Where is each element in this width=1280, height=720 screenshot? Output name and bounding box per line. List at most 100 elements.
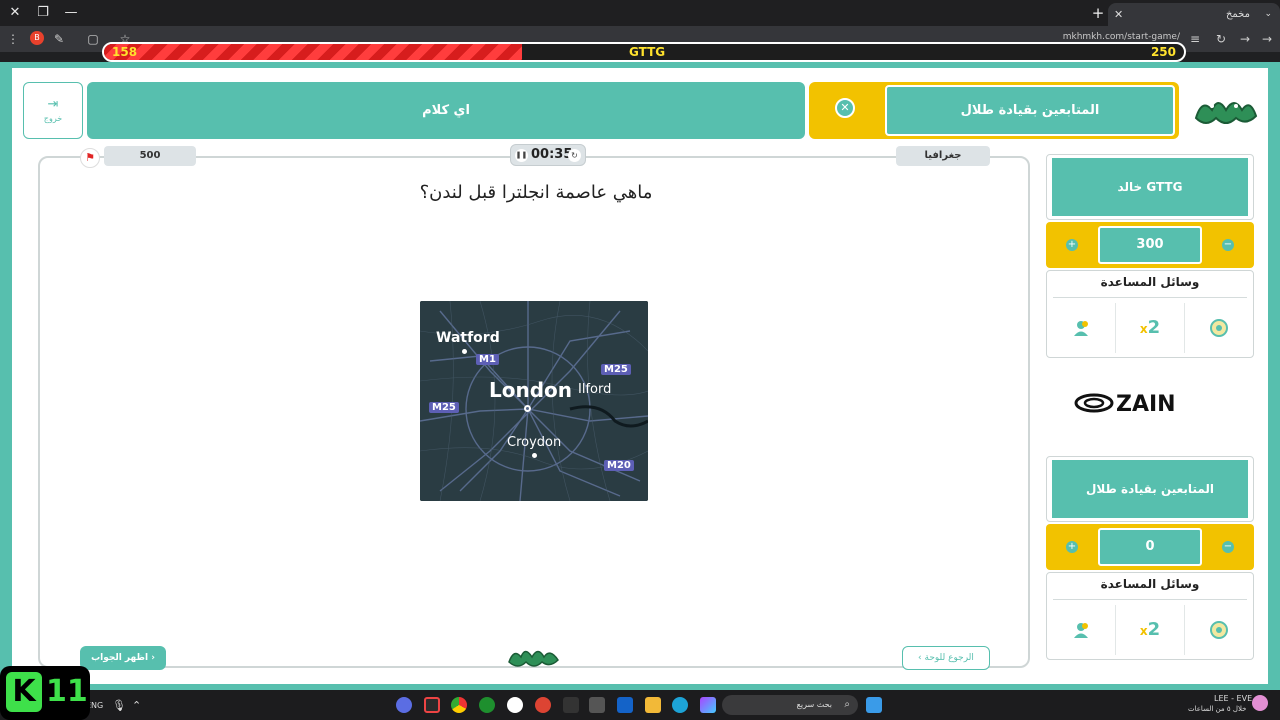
app-icon[interactable] [424, 697, 440, 713]
team-name: المتابعين بقيادة طلال [1052, 460, 1248, 518]
map-road-m20: M20 [604, 460, 634, 471]
score-minus-button[interactable]: − [1222, 239, 1234, 251]
brand-logo [1194, 102, 1258, 124]
app-icon[interactable] [535, 697, 551, 713]
reload-icon[interactable]: ↻ [1212, 30, 1230, 48]
app-icon[interactable] [589, 697, 605, 713]
hole-icon[interactable] [1185, 603, 1253, 657]
map-label-croydon: Croydon [507, 435, 562, 450]
game-board: ⇥ خروج اي كلام ✕ المتابعين بقيادة طلال ⚑… [12, 68, 1268, 684]
call-friend-icon[interactable] [1047, 603, 1115, 657]
user-line: LEE - EVE [1214, 694, 1253, 703]
extensions-icon[interactable]: ✎ [50, 30, 68, 48]
double-points-icon[interactable]: x2 [1116, 603, 1184, 657]
help-aids-box: وسائل المساعدة x2 [1046, 270, 1254, 358]
team-name-box: المتابعين بقيادة طلال [1046, 456, 1254, 522]
score-minus-button[interactable]: − [1222, 541, 1234, 553]
footer-brand-logo [508, 650, 559, 667]
vote-center-label: GTTG [629, 45, 666, 59]
map-road-m1: M1 [476, 354, 499, 365]
xbox-icon[interactable] [479, 697, 495, 713]
timer: ❚❚ 00:35 ↻ [510, 144, 586, 166]
discord-icon[interactable] [396, 697, 412, 713]
file-explorer-icon[interactable] [645, 697, 661, 713]
back-to-board-label: الرجوع للوحة [924, 653, 974, 663]
sponsor-logo: ZAIN [1074, 392, 1176, 416]
tab-close-icon[interactable]: ✕ [1114, 3, 1123, 26]
close-window-icon[interactable]: ✕ [4, 3, 26, 23]
site-settings-icon[interactable]: ≡ [1186, 30, 1204, 48]
vote-progress-bar: 158 GTTG 250 [102, 42, 1186, 62]
reset-timer-icon[interactable]: ↻ [568, 149, 581, 162]
chevron-right-icon: › [151, 653, 155, 663]
exit-label: خروج [43, 114, 63, 123]
game-page: ⇥ خروج اي كلام ✕ المتابعين بقيادة طلال ⚑… [0, 62, 1280, 690]
app-icon[interactable] [563, 697, 579, 713]
vote-progress-fill [104, 44, 522, 60]
double-points-label: 2 [1147, 317, 1161, 338]
new-tab-icon[interactable]: + [1088, 3, 1108, 23]
question-map-image: Watford London Ilford Croydon M1 M25 M25… [420, 301, 648, 501]
question-card: ⚑ 500 ❚❚ 00:35 ↻ جغرافيا ماهي عاصمة انجل… [38, 144, 1030, 670]
double-points-icon[interactable]: x2 [1116, 301, 1184, 355]
map-pin-croydon [532, 453, 537, 458]
help-icon[interactable]: ✕ [835, 98, 855, 118]
vote-right-count: 250 [1150, 45, 1176, 59]
copilot-icon[interactable] [700, 697, 716, 713]
team-name: خالد GTTG [1052, 158, 1248, 216]
score-plus-button[interactable]: + [1066, 239, 1078, 251]
map-pin-watford [462, 349, 467, 354]
outlook-icon[interactable] [617, 697, 633, 713]
exit-icon: ⇥ [47, 97, 59, 112]
map-road-m25-left: M25 [429, 402, 459, 413]
map-pin-london [524, 405, 531, 412]
map-label-london: London [489, 378, 573, 402]
browser-tab-bar: ✕ ❐ — + ✕ مخمخ ⌄ [0, 0, 1280, 26]
microphone-icon[interactable]: 🎙 [112, 699, 126, 712]
tab-active[interactable]: ✕ مخمخ ⌄ [1108, 3, 1280, 26]
team-name-box: خالد GTTG [1046, 154, 1254, 220]
taskbar-search[interactable]: بحث سريع ⌕ [722, 695, 858, 715]
map-label-watford: Watford [436, 330, 500, 346]
tab-search-icon[interactable]: ▢ [84, 30, 102, 48]
report-flag-icon[interactable]: ⚑ [80, 148, 100, 168]
search-icon: ⌕ [844, 699, 850, 710]
minimize-window-icon[interactable]: — [60, 3, 82, 23]
hole-icon[interactable] [1185, 301, 1253, 355]
vote-left-count: 158 [112, 45, 138, 59]
pause-icon[interactable]: ❚❚ [515, 149, 528, 162]
search-placeholder: بحث سريع [796, 700, 832, 709]
tray-chevron-icon[interactable]: ⌃ [132, 699, 141, 712]
chrome-icon[interactable] [451, 697, 467, 713]
forward-icon[interactable]: → [1236, 30, 1254, 48]
app-icon[interactable] [507, 697, 523, 713]
tab-title: مخمخ [1225, 9, 1250, 20]
points-badge: 500 [104, 146, 196, 166]
sponsor-name: ZAIN [1116, 392, 1176, 416]
back-icon[interactable]: → [1258, 30, 1276, 48]
exit-button[interactable]: ⇥ خروج [23, 82, 83, 139]
show-answer-button[interactable]: اظهر الجواب › [80, 646, 166, 670]
notification-avatar-icon[interactable] [1252, 695, 1268, 711]
team-score: 300 [1098, 226, 1202, 264]
team-a-tab[interactable]: اي كلام [87, 82, 805, 139]
call-friend-icon[interactable] [1047, 301, 1115, 355]
timer-value: 00:35 [531, 147, 573, 162]
user-sub: خلال ٥ من الساعات [1188, 705, 1247, 713]
channel-letter: K [6, 672, 42, 712]
active-team-name: المتابعين بقيادة طلال [885, 85, 1175, 136]
menu-icon[interactable]: ⋮ [4, 30, 22, 48]
url-text[interactable]: mkhmkh.com/start-game/ [1063, 32, 1180, 42]
restore-window-icon[interactable]: ❐ [32, 3, 54, 23]
back-to-board-button[interactable]: ‹ الرجوع للوحة [902, 646, 990, 670]
tab-dropdown-icon[interactable]: ⌄ [1264, 3, 1272, 26]
score-plus-button[interactable]: + [1066, 541, 1078, 553]
aids-title: وسائل المساعدة [1100, 275, 1200, 289]
double-points-label: 2 [1147, 619, 1161, 640]
windows-start-icon[interactable] [866, 697, 882, 713]
extension-badge[interactable]: B [30, 31, 44, 45]
edge-icon[interactable] [672, 697, 688, 713]
score-row: + 300 − [1046, 222, 1254, 268]
divider [1053, 599, 1247, 600]
aids-title: وسائل المساعدة [1100, 577, 1200, 591]
